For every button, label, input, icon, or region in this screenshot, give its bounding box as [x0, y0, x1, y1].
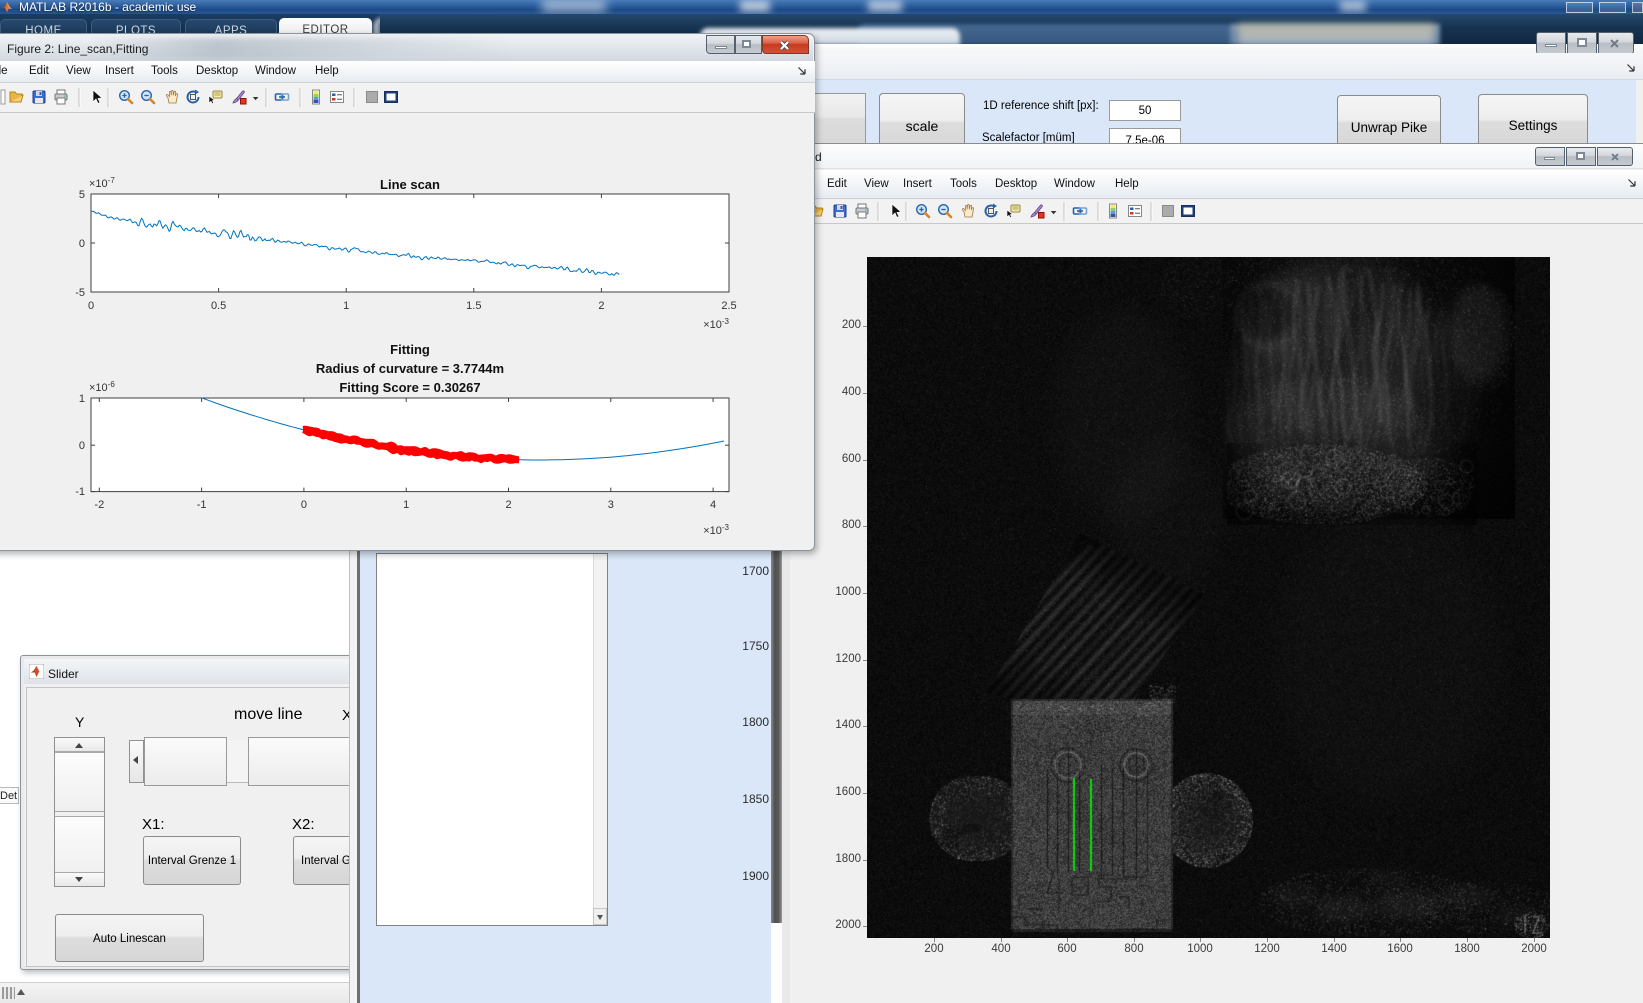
- svg-text:-1: -1: [197, 499, 207, 511]
- svg-text:×10-7: ×10-7: [89, 176, 115, 190]
- svg-text:2: 2: [505, 499, 511, 511]
- svg-text:Fitting Score = 0.30267: Fitting Score = 0.30267: [339, 380, 480, 395]
- svg-text:1: 1: [403, 499, 409, 511]
- svg-text:Radius of curvature = 3.7744m: Radius of curvature = 3.7744m: [316, 361, 504, 376]
- svg-text:2: 2: [598, 300, 604, 312]
- svg-text:×10-3: ×10-3: [703, 523, 729, 537]
- svg-text:Fitting: Fitting: [390, 342, 430, 357]
- svg-text:-5: -5: [75, 287, 85, 299]
- svg-text:-1: -1: [75, 486, 85, 498]
- svg-text:0: 0: [88, 300, 94, 312]
- svg-text:1.5: 1.5: [466, 300, 481, 312]
- svg-text:0: 0: [79, 238, 85, 250]
- svg-text:2.5: 2.5: [721, 300, 736, 312]
- svg-text:0: 0: [79, 440, 85, 452]
- svg-text:Line scan: Line scan: [380, 177, 440, 192]
- svg-text:5: 5: [79, 189, 85, 201]
- svg-text:1: 1: [79, 393, 85, 405]
- svg-text:0.5: 0.5: [211, 300, 226, 312]
- svg-text:4: 4: [710, 499, 716, 511]
- svg-text:1: 1: [343, 300, 349, 312]
- svg-text:×10-6: ×10-6: [89, 380, 115, 394]
- svg-text:3: 3: [608, 499, 614, 511]
- svg-text:-2: -2: [94, 499, 104, 511]
- svg-text:0: 0: [301, 499, 307, 511]
- svg-text:×10-3: ×10-3: [703, 317, 729, 331]
